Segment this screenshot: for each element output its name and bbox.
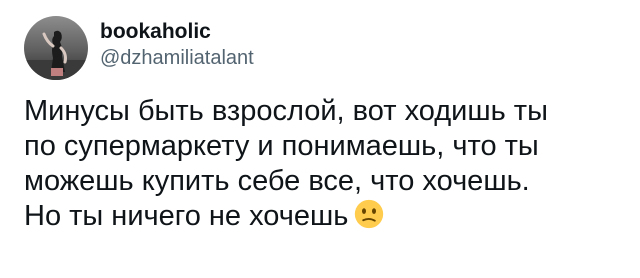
profile-photo-avatar-icon xyxy=(24,16,88,80)
confused-face-icon xyxy=(354,199,384,229)
tweet-text-line-last: Но ты ничего не хочешь xyxy=(24,199,624,234)
author-display-name[interactable]: bookaholic xyxy=(100,19,254,45)
tweet-text: Минусы быть взрослой, вот ходишь ты по с… xyxy=(24,94,624,234)
tweet-card: bookaholic @dzhamiliatalant Минусы быть … xyxy=(0,0,640,278)
tweet-text-line: Но ты ничего не хочешь xyxy=(24,200,349,232)
avatar[interactable] xyxy=(24,16,88,80)
author-names: bookaholic @dzhamiliatalant xyxy=(100,19,254,71)
tweet-text-line: Минусы быть взрослой, вот ходишь ты xyxy=(24,95,548,127)
tweet-text-line: по супермаркету и понимаешь, что ты xyxy=(24,130,539,162)
author-handle[interactable]: @dzhamiliatalant xyxy=(100,45,254,71)
tweet-header: bookaholic @dzhamiliatalant xyxy=(24,12,254,84)
tweet-text-line: можешь купить себе все, что хочешь. xyxy=(24,165,530,197)
